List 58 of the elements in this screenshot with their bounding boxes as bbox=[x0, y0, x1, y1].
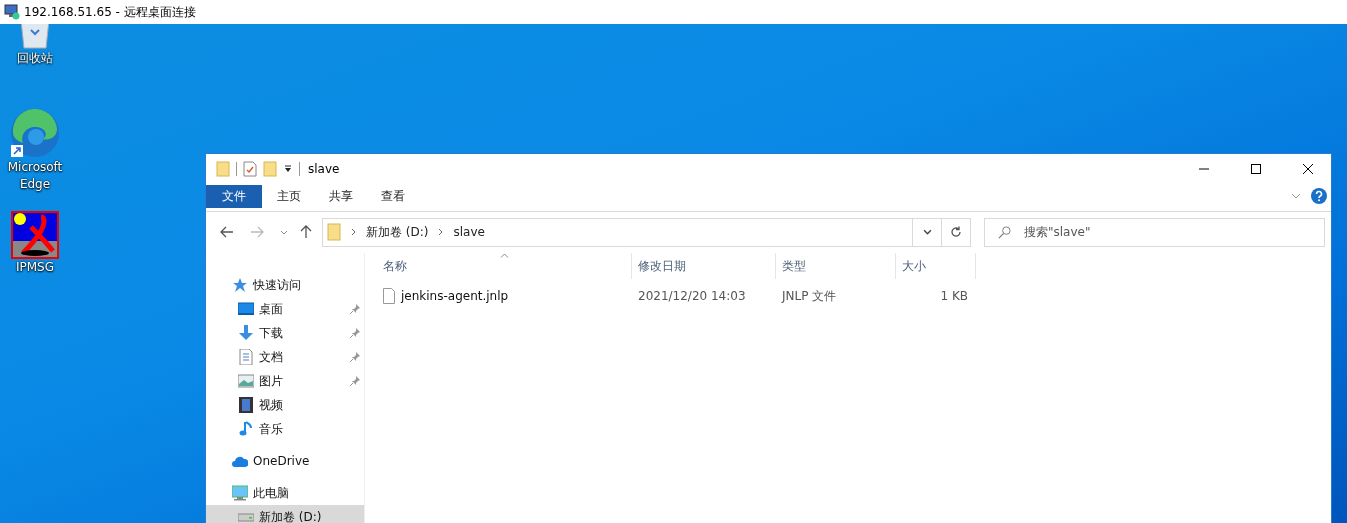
maximize-icon bbox=[1251, 164, 1261, 174]
nav-item[interactable]: 新加卷 (D:) bbox=[206, 505, 364, 523]
column-header[interactable]: 名称 bbox=[377, 253, 632, 279]
nav-item[interactable]: 文档 bbox=[206, 345, 364, 369]
chevron-right-icon bbox=[438, 228, 444, 236]
up-arrow-icon[interactable] bbox=[300, 225, 312, 239]
monitor-icon bbox=[4, 4, 20, 20]
desktop-icon-label[interactable]: Microsoft Edge bbox=[3, 159, 67, 193]
file-icon bbox=[383, 288, 395, 304]
nav-item[interactable]: 快速访问 bbox=[206, 273, 364, 297]
nav-item[interactable]: 图片 bbox=[206, 369, 364, 393]
column-header[interactable]: 修改日期 bbox=[632, 253, 776, 279]
ribbon-tab[interactable]: 文件 bbox=[206, 184, 262, 208]
nav-item[interactable]: 下载 bbox=[206, 321, 364, 345]
nav-item[interactable]: 桌面 bbox=[206, 297, 364, 321]
window-title: 192.168.51.65 - 远程桌面连接 bbox=[24, 3, 196, 21]
forward-arrow-icon[interactable] bbox=[250, 226, 264, 238]
ribbon-tab[interactable]: 共享 bbox=[316, 184, 366, 208]
address-bar[interactable]: 新加卷 (D:) slave bbox=[322, 217, 971, 247]
chevron-down-icon[interactable] bbox=[280, 229, 288, 235]
close-icon bbox=[1303, 164, 1313, 174]
nav-item[interactable]: 视频 bbox=[206, 393, 364, 417]
edge-logo-icon bbox=[9, 107, 61, 159]
computer-icon bbox=[232, 485, 248, 501]
film-icon bbox=[238, 397, 254, 413]
download-arrow-icon bbox=[238, 325, 254, 341]
column-header[interactable]: 类型 bbox=[776, 253, 896, 279]
checked-document-icon[interactable] bbox=[243, 161, 257, 177]
star-icon bbox=[232, 277, 248, 293]
sort-caret-icon bbox=[500, 253, 509, 258]
dropdown-icon[interactable] bbox=[283, 164, 293, 174]
chevron-down-icon bbox=[922, 229, 932, 235]
desktop-icon bbox=[238, 301, 254, 317]
nav-item[interactable]: 音乐 bbox=[206, 417, 364, 441]
music-note-icon bbox=[238, 421, 254, 437]
help-icon[interactable] bbox=[1311, 188, 1327, 204]
ipmsg-app-icon bbox=[11, 211, 59, 259]
file-name[interactable]: jenkins-agent.jnlp bbox=[401, 289, 509, 303]
nav-item[interactable]: OneDrive bbox=[206, 449, 364, 473]
table-cell-text: 1 KB bbox=[939, 288, 969, 305]
ribbon-tab[interactable]: 查看 bbox=[368, 184, 418, 208]
document-icon bbox=[238, 349, 254, 365]
chevron-right-icon bbox=[351, 228, 356, 236]
ribbon-tab[interactable]: 主页 bbox=[264, 184, 314, 208]
breadcrumb-item[interactable]: 新加卷 (D:) bbox=[366, 223, 429, 241]
search-field[interactable]: 搜索"slave" bbox=[984, 217, 1325, 247]
table-cell-text: JNLP 文件 bbox=[780, 287, 838, 305]
column-header[interactable]: 大小 bbox=[896, 253, 976, 279]
desktop-icon-label[interactable]: IPMSG bbox=[3, 259, 67, 276]
breadcrumb-item[interactable]: slave bbox=[453, 225, 485, 239]
chevron-down-icon[interactable] bbox=[1291, 193, 1301, 199]
window-title: slave bbox=[308, 162, 340, 176]
folder-icon bbox=[327, 223, 341, 241]
nav-item[interactable]: 此电脑 bbox=[206, 481, 364, 505]
picture-icon bbox=[238, 373, 254, 389]
table-cell-text: 2021/12/20 14:03 bbox=[637, 288, 747, 305]
refresh-icon bbox=[950, 226, 962, 238]
back-arrow-icon[interactable] bbox=[220, 226, 234, 238]
